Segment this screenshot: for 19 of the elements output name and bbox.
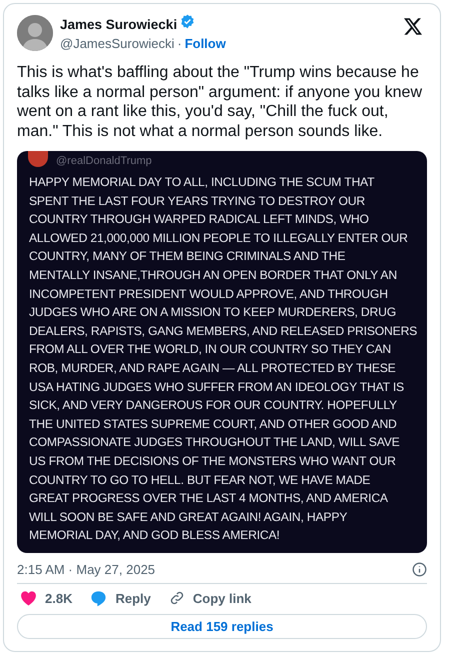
avatar bbox=[28, 151, 48, 167]
author-name[interactable]: James Surowiecki bbox=[60, 16, 178, 32]
heart-icon bbox=[20, 590, 37, 606]
read-replies-button[interactable]: Read 159 replies bbox=[17, 614, 427, 639]
author-handle[interactable]: @JamesSurowiecki bbox=[60, 36, 174, 51]
post-text: This is what's baffling about the "Trump wins because he talks like a normal person" argument: if anyone you knew went on a rant like this, you'd say, "Chill the fuck out, man." This is not what a normal person sounds like. bbox=[17, 63, 423, 141]
copy-link-button[interactable]: Copy link bbox=[168, 590, 252, 607]
info-icon[interactable] bbox=[412, 562, 427, 577]
embedded-post-text: HAPPY MEMORIAL DAY TO ALL, INCLUDING THE SCUM THAT SPENT THE LAST FOUR YEARS TRYING TO DESTROY OUR COUNTRY THROUGH WARPED RADICAL LEFT MINDS, WHO ALLOWED 21,000,000 MILLION PEOPLE TO ILLEGALLY ENTER OUR COUNTRY, MANY OF THEM BEING CRIMINALS AND THE MENTALLY INSANE,THROUGH AN OPEN BORDER THAT ONLY AN INCOMPETENT PRESIDENT WOULD APPROVE, AND THROUGH JUDGES WHO ARE ON A MISSION TO KEEP MURDERERS, DRUG DEALERS, RAPISTS, GANG MEMBERS, AND RELEASED PRISONERS FROM ALL OVER THE WORLD, IN OUR COUNTRY SO THEY CAN ROB, MURDER, AND RAPE AGAIN — ALL PROTECTED BY THESE USA HATING JUDGES WHO SUFFER FROM AN IDEOLOGY THAT IS SICK, AND VERY DANGEROUS FOR OUR COUNTRY. HOPEFULLY THE UNITED STATES SUPREME COURT, AND OTHER GOOD AND COMPASSIONATE JUDGES THROUGHOUT THE LAND, WILL SAVE US FROM THE DECISIONS OF THE MONSTERS WHO WANT OUR COUNTRY TO GO TO HELL. BUT FEAR NOT, WE HAVE MADE GREAT PROGRESS OVER THE LAST 4 MONTHS, AND AMERICA WILL SOON BE SAFE AND GREAT AGAIN! AGAIN, HAPPY MEMORIAL DAY, AND GOD BLESS AMERICA! bbox=[29, 174, 415, 544]
link-icon bbox=[168, 590, 185, 606]
separator: · bbox=[177, 36, 182, 51]
x-logo-icon[interactable] bbox=[404, 18, 422, 35]
timestamp[interactable]: 2:15 AM · May 27, 2025 bbox=[17, 562, 156, 577]
like-button[interactable]: 2.8K bbox=[20, 590, 72, 607]
embedded-handle: @realDonaldTrump bbox=[56, 155, 152, 167]
avatar[interactable] bbox=[17, 14, 53, 50]
reply-button[interactable]: Reply bbox=[90, 590, 151, 607]
follow-link[interactable]: Follow bbox=[184, 36, 226, 51]
speech-bubble-icon bbox=[90, 590, 108, 607]
